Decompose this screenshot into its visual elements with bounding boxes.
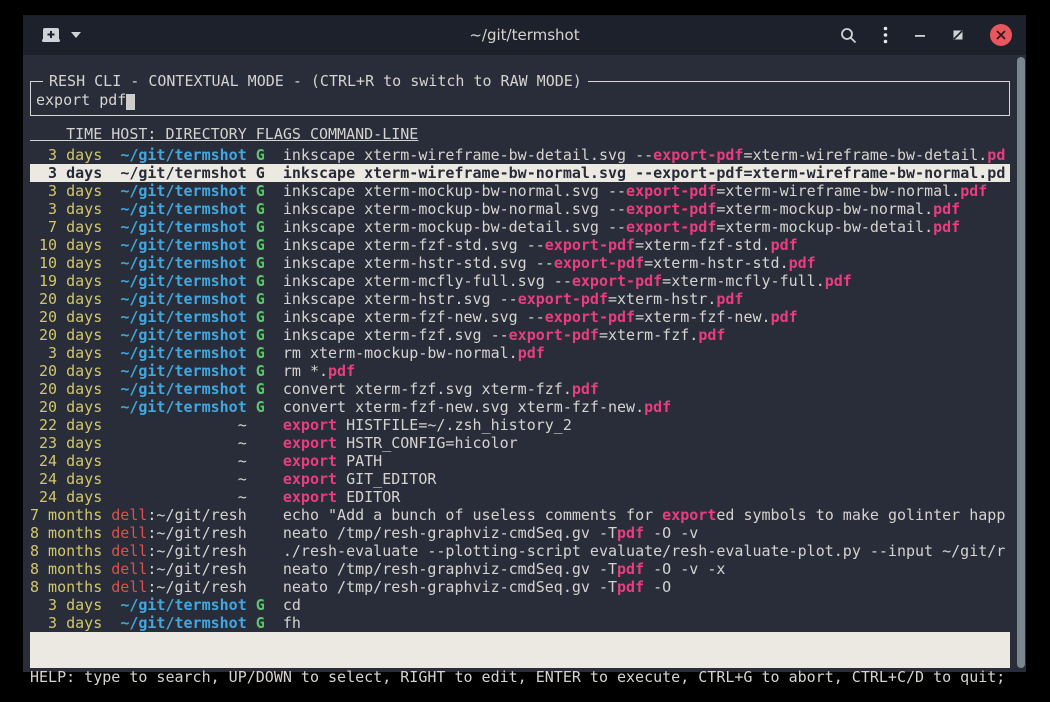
scrollbar[interactable] bbox=[1017, 57, 1025, 668]
search-panel: RESH CLI - CONTEXTUAL MODE - (CTRL+R to … bbox=[30, 81, 1010, 116]
menu-button[interactable] bbox=[883, 26, 888, 44]
restore-button[interactable] bbox=[952, 29, 964, 41]
chevron-down-icon bbox=[71, 32, 81, 38]
search-button[interactable] bbox=[840, 27, 857, 44]
table-row[interactable]: 3 days ~/git/termshot G rm xterm-mockup-… bbox=[30, 344, 1010, 362]
table-row[interactable]: 8 months dell:~/git/resh ./resh-evaluate… bbox=[30, 542, 1010, 560]
kebab-menu-icon bbox=[883, 26, 888, 44]
table-row[interactable]: 3 days ~/git/termshot G inkscape xterm-w… bbox=[30, 146, 1010, 164]
table-row[interactable]: 3 days ~/git/termshot G inkscape xterm-m… bbox=[30, 182, 1010, 200]
titlebar-left-controls bbox=[41, 27, 81, 44]
table-row[interactable]: 10 days ~/git/termshot G inkscape xterm-… bbox=[30, 236, 1010, 254]
table-row[interactable]: 20 days ~/git/termshot G convert xterm-f… bbox=[30, 380, 1010, 398]
table-row[interactable]: 3 days ~/git/termshot G fh bbox=[30, 614, 1010, 632]
table-row[interactable]: 24 days ~ export GIT_EDITOR bbox=[30, 470, 1010, 488]
table-row[interactable]: 24 days ~ export PATH bbox=[30, 452, 1010, 470]
search-input[interactable]: export pdf bbox=[36, 91, 135, 110]
status-bar: 2020-05-07 17:17:28 tower:~/git/termshot… bbox=[30, 632, 1010, 668]
table-row[interactable]: 3 days ~/git/termshot G inkscape xterm-m… bbox=[30, 200, 1010, 218]
tab-dropdown-button[interactable] bbox=[71, 32, 81, 38]
search-panel-title: RESH CLI - CONTEXTUAL MODE - (CTRL+R to … bbox=[43, 72, 588, 90]
table-row[interactable]: 20 days ~/git/termshot G convert xterm-f… bbox=[30, 398, 1010, 416]
table-row[interactable]: 8 months dell:~/git/resh neato /tmp/resh… bbox=[30, 524, 1010, 542]
table-row[interactable]: 8 months dell:~/git/resh neato /tmp/resh… bbox=[30, 560, 1010, 578]
desktop-background: ~/git/termshot bbox=[0, 0, 1050, 702]
history-list: 3 days ~/git/termshot G inkscape xterm-w… bbox=[30, 146, 1010, 632]
table-row[interactable]: 19 days ~/git/termshot G inkscape xterm-… bbox=[30, 272, 1010, 290]
table-row[interactable]: 8 months dell:~/git/resh neato /tmp/resh… bbox=[30, 578, 1010, 596]
new-tab-button[interactable] bbox=[41, 27, 61, 44]
terminal-body: RESH CLI - CONTEXTUAL MODE - (CTRL+R to … bbox=[23, 55, 1026, 672]
table-row[interactable]: 3 days ~/git/termshot G inkscape xterm-w… bbox=[30, 164, 1010, 182]
new-tab-icon bbox=[41, 27, 61, 44]
close-button[interactable] bbox=[990, 24, 1012, 46]
table-row[interactable]: 22 days ~ export HISTFILE=~/.zsh_history… bbox=[30, 416, 1010, 434]
history-table: TIME HOST: DIRECTORY FLAGS COMMAND-LINE … bbox=[30, 125, 1010, 632]
table-row[interactable]: 7 days ~/git/termshot G inkscape xterm-m… bbox=[30, 218, 1010, 236]
table-row[interactable]: 3 days ~/git/termshot G cd bbox=[30, 596, 1010, 614]
table-row[interactable]: 23 days ~ export HSTR_CONFIG=hicolor bbox=[30, 434, 1010, 452]
terminal-window: ~/git/termshot bbox=[23, 15, 1026, 672]
table-row[interactable]: 20 days ~/git/termshot G inkscape xterm-… bbox=[30, 326, 1010, 344]
table-row[interactable]: 20 days ~/git/termshot G inkscape xterm-… bbox=[30, 308, 1010, 326]
table-row[interactable]: 20 days ~/git/termshot G rm *.pdf bbox=[30, 362, 1010, 380]
table-header: TIME HOST: DIRECTORY FLAGS COMMAND-LINE bbox=[30, 125, 1010, 143]
search-query-text: export pdf bbox=[36, 91, 126, 109]
minimize-icon bbox=[914, 29, 926, 41]
table-row[interactable]: 7 months dell:~/git/resh echo "Add a bun… bbox=[30, 506, 1010, 524]
table-row[interactable]: 10 days ~/git/termshot G inkscape xterm-… bbox=[30, 254, 1010, 272]
table-row[interactable]: 24 days ~ export EDITOR bbox=[30, 488, 1010, 506]
search-icon bbox=[840, 27, 857, 44]
titlebar: ~/git/termshot bbox=[23, 15, 1026, 55]
table-header-text: TIME HOST: DIRECTORY FLAGS COMMAND-LINE bbox=[30, 125, 418, 143]
table-row[interactable]: 20 days ~/git/termshot G inkscape xterm-… bbox=[30, 290, 1010, 308]
help-bar: HELP: type to search, UP/DOWN to select,… bbox=[30, 668, 1010, 687]
minimize-button[interactable] bbox=[914, 29, 926, 41]
close-icon bbox=[996, 30, 1006, 40]
restore-icon bbox=[952, 29, 964, 41]
text-cursor bbox=[126, 94, 135, 110]
titlebar-right-controls bbox=[840, 24, 1012, 46]
